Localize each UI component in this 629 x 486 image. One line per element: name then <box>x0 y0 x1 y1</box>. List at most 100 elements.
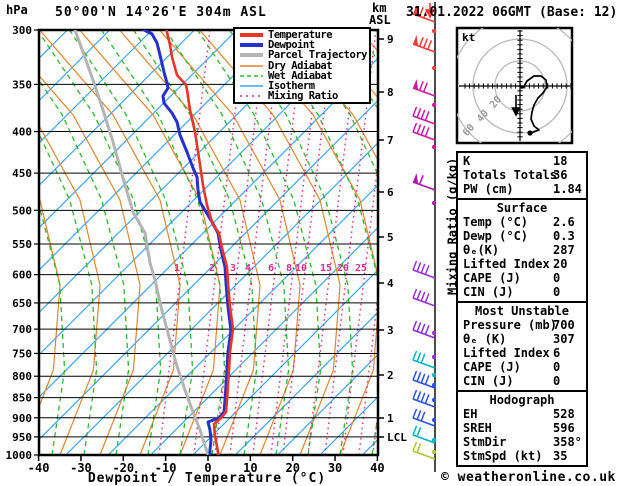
index-value: 358° <box>553 435 582 449</box>
pressure-tick-label: 450 <box>12 167 32 180</box>
index-row: Dewp (°C) 0.3 <box>458 229 586 243</box>
wind-level-dot <box>431 417 437 423</box>
index-value: 36 <box>553 168 568 182</box>
wind-level-dot <box>431 382 437 388</box>
wind-barb-icon <box>412 408 436 427</box>
wind-barb-icon <box>412 350 436 369</box>
index-value: 700 <box>553 318 575 332</box>
index-label: CAPE (J) <box>463 360 521 374</box>
legend-swatch-isotherm <box>240 85 263 87</box>
index-label: StmSpd (kt) <box>463 449 543 463</box>
wind-level-dot <box>431 65 437 71</box>
km-tick-label: 2 <box>387 369 394 382</box>
index-row: StmDir 358° <box>458 435 586 449</box>
lcl-label: LCL <box>387 431 407 444</box>
km-tick-label: 5 <box>387 231 394 244</box>
wind-barb-icon <box>412 389 436 408</box>
wind-barb-icon <box>412 122 436 141</box>
copyright-credit: © weatheronline.co.uk <box>441 470 616 485</box>
legend-swatch-mixing-ratio <box>240 95 263 97</box>
index-label: Temp (°C) <box>463 215 529 229</box>
pressure-tick-label: 550 <box>12 238 32 251</box>
index-value: 2.6 <box>553 215 575 229</box>
index-label: Lifted Index <box>463 257 550 271</box>
pressure-tick-label: 500 <box>12 204 32 217</box>
km-tick-label: 9 <box>387 33 394 46</box>
index-label: K <box>463 154 471 168</box>
indices-box-surface: Surface Temp (°C) 2.6 Dewp (°C) 0.3 θₑ(K) 287 L… <box>456 198 588 303</box>
pressure-tick-label: 750 <box>12 347 32 360</box>
mixing-ratio-label: 20 <box>337 263 349 274</box>
temperature-tick-label: 40 <box>370 461 384 475</box>
index-row: K 18 <box>458 154 586 168</box>
index-label: CIN (J) <box>463 374 514 388</box>
station-title: 50°00'N 14°26'E 304m ASL <box>55 5 267 20</box>
index-value: 0 <box>553 360 561 374</box>
hodograph-unit-label: kt <box>462 31 475 44</box>
temperature-axis-title: Dewpoint / Temperature (°C) <box>87 471 327 486</box>
pressure-tick-label: 700 <box>12 323 32 336</box>
wind-barb-icon <box>412 106 436 125</box>
legend: Temperature Dewpoint Parcel Trajectory Dry … <box>233 27 371 104</box>
index-row: Pressure (mb) 700 <box>458 318 586 332</box>
wet-adiabat-line <box>0 30 1 455</box>
wet-adiabat-line <box>582 30 629 455</box>
index-row: CAPE (J) 0 <box>458 360 586 374</box>
mixing-ratio-label: 3 <box>230 263 236 274</box>
index-label: Totals Totals <box>463 168 557 182</box>
index-row: SREH 596 <box>458 421 586 435</box>
pressure-tick-label: 600 <box>12 269 32 282</box>
altitude-axis-asl-label: ASL <box>369 13 391 27</box>
index-label: PW (cm) <box>463 182 514 196</box>
index-label: θₑ (K) <box>463 332 507 346</box>
wind-level-dot <box>431 437 437 443</box>
index-value: 6 <box>553 346 561 360</box>
pressure-tick-label: 300 <box>12 24 32 37</box>
index-label: CIN (J) <box>463 285 514 299</box>
index-label: Dewp (°C) <box>463 229 529 243</box>
pressure-tick-label: 900 <box>12 412 32 425</box>
wind-barb-icon <box>412 35 436 53</box>
hodograph-panel: 204060kt <box>455 26 574 145</box>
wind-level-dot <box>431 330 437 336</box>
index-row: Temp (°C) 2.6 <box>458 215 586 229</box>
skewt-sounding-app: 1 2 3 4 6 8 10 15 20 25 300 350 400 450 500 550 600 650 70… <box>0 0 629 486</box>
legend-swatch-wet-adiabat <box>240 75 263 77</box>
index-label: Lifted Index <box>463 346 550 360</box>
wind-level-dot <box>431 354 437 360</box>
indices-box-hodograph: Hodograph EH 528 SREH 596 StmDir 358° StmSpd (k… <box>456 390 588 467</box>
dry-adiabat-line <box>79 30 221 455</box>
pressure-tick-label: 350 <box>12 78 32 91</box>
index-row: Lifted Index 6 <box>458 346 586 360</box>
km-tick-label: 4 <box>387 277 394 290</box>
indices-tables: K 18 Totals Totals 36 PW (cm) 1.84 Surface Temp… <box>456 151 588 467</box>
wind-level-dot <box>431 28 437 34</box>
index-label: EH <box>463 407 478 421</box>
index-value: 307 <box>553 332 575 346</box>
index-value: 18 <box>553 154 568 168</box>
wind-barb-column <box>412 2 437 472</box>
legend-swatch-parcel-trajectory <box>240 53 263 58</box>
index-label: CAPE (J) <box>463 271 521 285</box>
index-row: θₑ (K) 307 <box>458 332 586 346</box>
indices-box-most-unstable: Most Unstable Pressure (mb) 700 θₑ (K) 307 Li… <box>456 301 588 392</box>
pressure-tick-label: 850 <box>12 392 32 405</box>
wind-level-dot <box>431 102 437 108</box>
index-value: 0 <box>553 271 561 285</box>
km-tick-label: 1 <box>387 412 394 425</box>
wet-adiabat-line <box>614 30 629 455</box>
index-row: Totals Totals 36 <box>458 168 586 182</box>
index-label: Pressure (mb) <box>463 318 557 332</box>
wind-barb-icon <box>412 425 436 444</box>
wind-level-dot <box>431 372 437 378</box>
legend-swatch-temperature <box>240 33 263 38</box>
index-row: θₑ(K) 287 <box>458 243 586 257</box>
wind-barb-icon <box>412 370 436 389</box>
legend-item-label: Mixing Ratio <box>268 90 338 103</box>
dry-adiabat-line <box>600 30 629 455</box>
legend-swatch-dry-adiabat <box>240 64 263 67</box>
hodograph-end-dot <box>527 130 533 136</box>
mixing-ratio-label: 8 <box>286 263 292 274</box>
indices-box: K 18 Totals Totals 36 PW (cm) 1.84 <box>456 151 588 200</box>
wind-barb-icon <box>412 441 436 460</box>
